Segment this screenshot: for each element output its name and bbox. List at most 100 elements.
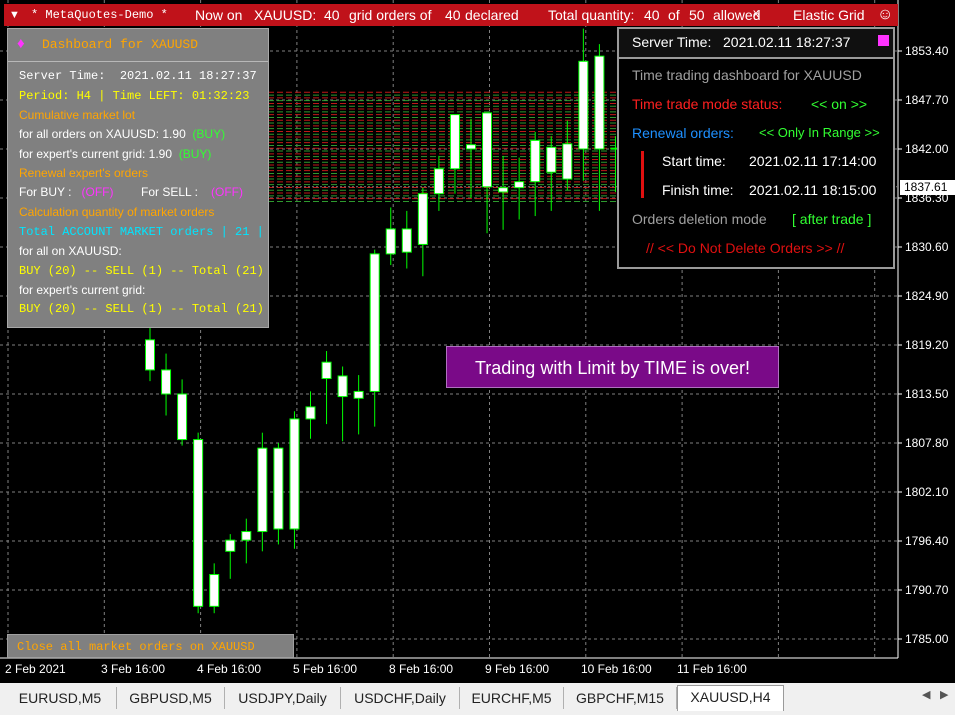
- tab-eurchf-m5[interactable]: EURCHF,M5: [460, 687, 564, 709]
- price-label: 1847.70: [905, 93, 949, 107]
- right-dashboard-header: Server Time: 2021.02.11 18:27:37: [619, 29, 893, 59]
- candle-body: [353, 390, 364, 399]
- tab-gbpchf-m15[interactable]: GBPCHF,M15: [564, 687, 677, 709]
- finish-time-value: 2021.02.11 18:15:00: [749, 182, 877, 198]
- candle-body: [289, 418, 300, 530]
- tab-xauusd-h4[interactable]: XAUUSD,H4: [677, 685, 784, 711]
- time-label: 11 Feb 16:00: [677, 662, 747, 676]
- time-dashboard-title: Time trading dashboard for XAUUSD: [632, 67, 862, 83]
- of-text: of: [668, 7, 680, 23]
- tab-usdjpy-daily[interactable]: USDJPY,Daily: [225, 687, 341, 709]
- color-square-icon[interactable]: [878, 35, 889, 46]
- candle-body: [145, 339, 155, 371]
- all-order-counts: BUY (20) -- SELL (1) -- Total (21): [19, 264, 264, 278]
- declared-text: declared: [465, 7, 519, 23]
- declared-count: 40: [445, 7, 461, 23]
- candle-body: [401, 228, 412, 253]
- tab-usdchf-daily[interactable]: USDCHF,Daily: [341, 687, 460, 709]
- candle-body: [177, 393, 188, 441]
- candle-body: [321, 361, 332, 380]
- tab-eurusd-m5[interactable]: EURUSD,M5: [4, 687, 117, 709]
- candle-body: [530, 139, 541, 183]
- for-all-label: for all on XAUUSD:: [19, 244, 122, 258]
- account-name: * MetaQuotes-Demo *: [31, 8, 168, 22]
- deletion-mode-value: [ after trade ]: [792, 211, 872, 227]
- candle-body: [161, 369, 172, 395]
- current-price-tag: 1837.61: [900, 180, 955, 195]
- left-dashboard-header: ♦ Dashboard for XAUUSD: [8, 29, 268, 62]
- renewal-orders-value: << Only In Range >>: [759, 125, 880, 140]
- renewal-states: For BUY : (OFF) For SELL : (OFF): [19, 185, 243, 199]
- ea-name: Elastic Grid: [793, 7, 865, 23]
- price-chart[interactable]: ▼ * MetaQuotes-Demo * Now on XAUUSD: 40 …: [0, 0, 955, 683]
- start-time-value: 2021.02.11 17:14:00: [749, 153, 877, 169]
- tab-scroll-left-icon[interactable]: ◀: [922, 688, 930, 701]
- period-row: Period: H4 | Time LEFT: 01:32:23: [19, 89, 250, 103]
- candle-body: [225, 539, 236, 552]
- renewal-title: Renewal expert's orders: [19, 166, 149, 180]
- time-label: 8 Feb 16:00: [389, 662, 454, 676]
- price-label: 1853.40: [905, 44, 949, 58]
- start-time-label: Start time:: [662, 153, 726, 169]
- close-icon[interactable]: x: [753, 2, 759, 24]
- candle-body: [337, 375, 348, 398]
- expert-grid-lot: for expert's current grid: 1.90 (BUY): [19, 147, 212, 161]
- now-on-label: Now on: [195, 7, 243, 23]
- allowed-count: 50: [689, 7, 705, 23]
- candle-body: [433, 168, 444, 195]
- price-label: 1785.00: [905, 632, 949, 646]
- total-account-orders: Total ACCOUNT MARKET orders | 21 |: [19, 225, 264, 239]
- price-label: 1790.70: [905, 583, 949, 597]
- menu-arrow-icon[interactable]: ▼: [9, 4, 20, 26]
- candle-body: [594, 55, 605, 150]
- candle-body: [466, 144, 476, 150]
- candle-body: [482, 112, 493, 188]
- time-label: 9 Feb 16:00: [485, 662, 550, 676]
- time-label: 2 Feb 2021: [5, 662, 66, 676]
- candle-body: [273, 447, 284, 530]
- price-label: 1819.20: [905, 338, 949, 352]
- candle-body: [546, 146, 557, 173]
- smiley-icon[interactable]: ☺: [877, 4, 893, 26]
- expert-order-counts: BUY (20) -- SELL (1) -- Total (21): [19, 302, 264, 316]
- price-label: 1824.90: [905, 289, 949, 303]
- time-label: 5 Feb 16:00: [293, 662, 358, 676]
- candle-body: [449, 114, 460, 170]
- price-label: 1842.00: [905, 142, 949, 156]
- do-not-delete-orders: // << Do Not Delete Orders >> //: [646, 240, 845, 256]
- candle-body: [578, 60, 589, 150]
- finish-time-label: Finish time:: [662, 182, 734, 198]
- price-label: 1813.50: [905, 387, 949, 401]
- renewal-orders-label: Renewal orders:: [632, 125, 734, 141]
- server-time-row: Server Time: 2021.02.11 18:27:37: [19, 69, 257, 83]
- candle-body: [257, 447, 268, 533]
- grid-order-count: 40: [324, 7, 340, 23]
- cumulative-title: Cumulative market lot: [19, 108, 136, 122]
- right-server-time-label: Server Time:: [632, 34, 712, 50]
- price-label: 1802.10: [905, 485, 949, 499]
- all-orders-lot: for all orders on XAUUSD: 1.90 (BUY): [19, 127, 226, 141]
- time-label: 3 Feb 16:00: [101, 662, 166, 676]
- time-range-marker: [641, 151, 644, 198]
- left-dashboard: ♦ Dashboard for XAUUSD Server Time: 2021…: [7, 28, 269, 328]
- candle-body: [417, 193, 428, 245]
- candle-body: [241, 531, 252, 541]
- right-dashboard: Server Time: 2021.02.11 18:27:37 Time tr…: [617, 27, 895, 269]
- tab-gbpusd-m5[interactable]: GBPUSD,M5: [117, 687, 225, 709]
- price-label: 1807.80: [905, 436, 949, 450]
- mode-status-value: << on >>: [811, 96, 868, 112]
- total-quantity-value: 40: [644, 7, 660, 23]
- status-bar: ▼ * MetaQuotes-Demo * Now on XAUUSD: 40 …: [4, 4, 898, 26]
- close-all-orders-button[interactable]: Close all market orders on XAUUSD: [7, 634, 294, 658]
- candle-body: [209, 574, 220, 607]
- deletion-mode-label: Orders deletion mode: [632, 211, 767, 227]
- dashboard-title: Dashboard for XAUUSD: [42, 37, 199, 52]
- symbol-label: XAUUSD:: [254, 7, 317, 23]
- mode-status-label: Time trade mode status:: [632, 96, 783, 112]
- candle-body: [385, 228, 396, 255]
- candle-body: [562, 143, 573, 180]
- candle-body: [369, 253, 380, 392]
- tab-scroll-right-icon[interactable]: ▶: [940, 688, 948, 701]
- grid-orders-text: grid orders of: [349, 7, 432, 23]
- right-server-time: 2021.02.11 18:27:37: [723, 34, 851, 50]
